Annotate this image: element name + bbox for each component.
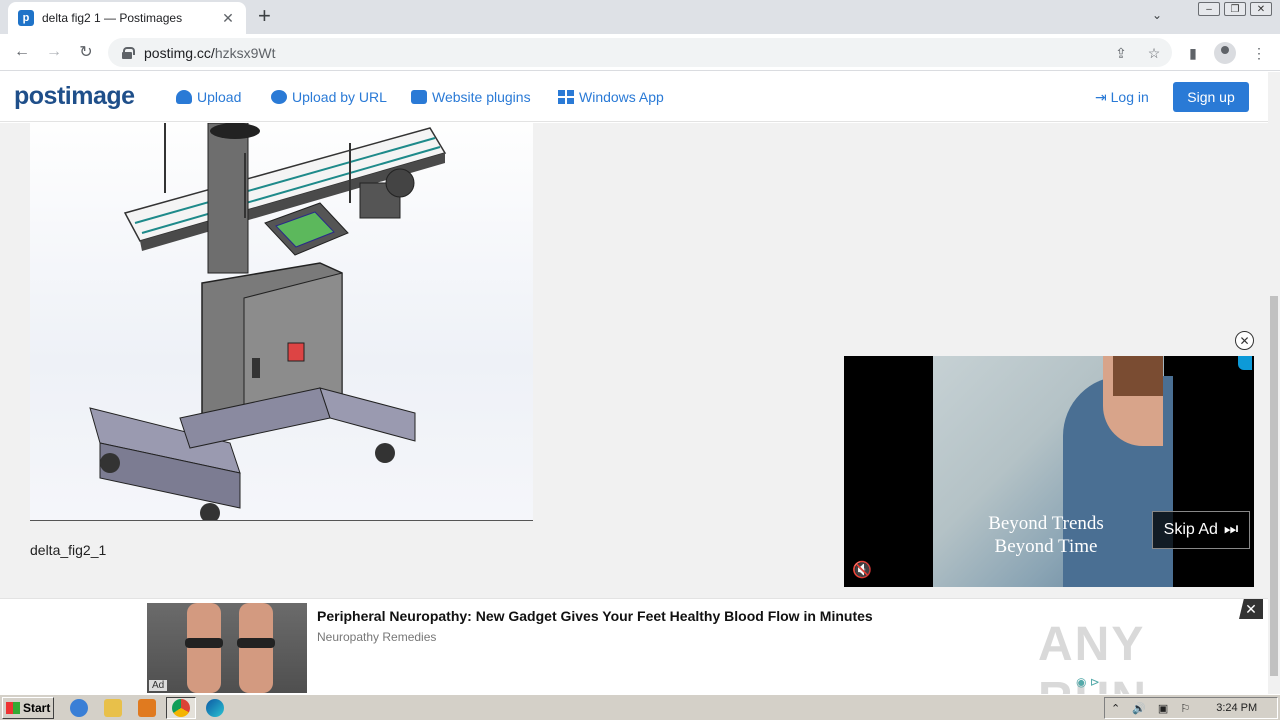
postimage-favicon-icon: p [18,10,34,26]
media-player-icon[interactable] [138,699,156,717]
video-ad-close-icon[interactable]: ✕ [1235,331,1254,350]
globe-icon [271,90,287,104]
mute-icon[interactable]: 🔇 [852,560,872,580]
address-bar[interactable]: postimg.cc/hzksx9Wt [108,38,1172,67]
skip-next-icon: ⏭ [1223,521,1239,538]
restore-icon[interactable]: ❐ [1224,2,1246,16]
page-content: delta_fig2_1 Beyond Trends Beyond Time S… [0,123,1268,598]
network-icon[interactable]: ▣ [1158,702,1168,715]
bookmark-star-icon[interactable]: ☆ [1145,44,1163,62]
browser-tab[interactable]: p delta fig2 1 — Postimages ✕ [8,2,246,34]
browser-toolbar: ← → ↻ postimg.cc/hzksx9Wt ⇪ ☆ ▮ ⋮ [0,34,1280,71]
volume-icon[interactable]: 🔊 [1132,702,1146,715]
video-ad[interactable]: Beyond Trends Beyond Time Skip Ad ⏭ 🔇 [844,356,1254,587]
ad-thumbnail[interactable]: Ad [147,603,307,693]
tab-search-chevron-icon[interactable]: ⌄ [1152,8,1162,22]
adchoices-icon[interactable] [1238,356,1252,370]
ad-thumb-leg-right [239,603,273,693]
login-link[interactable]: ⇥ Log in [1095,89,1149,106]
url-path: hzksx9Wt [214,44,276,61]
site-header: postimage Upload Upload by URL Website p… [0,72,1268,122]
profile-avatar-icon[interactable] [1214,42,1236,64]
ad-thumb-strap-right [237,638,275,648]
puzzle-icon [411,90,427,104]
bottom-ad-banner[interactable]: Ad Peripheral Neuropathy: New Gadget Giv… [0,598,1268,720]
ad-tag: Ad [149,680,168,691]
bottom-ad-close-icon[interactable]: ✕ [1239,599,1263,619]
url-host: postimg.cc/ [144,44,215,61]
system-tray: ⌃ 🔊 ▣ ⚐ 3:24 PM [1104,697,1278,719]
share-icon[interactable]: ⇪ [1112,44,1130,62]
scrollbar-thumb[interactable] [1270,296,1278,676]
page-scrollbar[interactable] [1268,72,1280,694]
ad-thumb-leg-left [187,603,221,693]
file-explorer-icon[interactable] [104,699,122,717]
video-ad-line2: Beyond Time [994,536,1098,557]
nav-windows-app[interactable]: Windows App [558,89,664,105]
ad-headline[interactable]: Peripheral Neuropathy: New Gadget Gives … [317,608,873,624]
url-text: postimg.cc/hzksx9Wt [144,45,276,61]
windows-taskbar: Start ⌃ 🔊 ▣ ⚐ 3:24 PM [0,694,1280,720]
tab-strip: p delta fig2 1 — Postimages ✕ + ⌄ – ❐ ✕ [0,0,1280,34]
video-ad-line1: Beyond Trends [988,513,1104,534]
ad-source: Neuropathy Remedies [317,630,437,644]
uploaded-image[interactable] [30,123,533,521]
image-caption: delta_fig2_1 [30,542,107,558]
skip-ad-button[interactable]: Skip Ad ⏭ [1152,511,1250,549]
nav-windows-app-label: Windows App [579,89,664,105]
nav-website-plugins-label: Website plugins [432,89,531,105]
nav-website-plugins[interactable]: Website plugins [411,89,531,105]
skip-ad-label: Skip Ad [1163,521,1218,538]
forward-icon[interactable]: → [44,42,64,62]
tray-expand-icon[interactable]: ⌃ [1111,702,1120,715]
minimize-icon[interactable]: – [1198,2,1220,16]
nav-upload-label: Upload [197,89,242,105]
cloud-upload-icon [176,90,192,104]
menu-kebab-icon[interactable]: ⋮ [1250,44,1268,62]
screen: p delta fig2 1 — Postimages ✕ + ⌄ – ❐ ✕ … [0,0,1280,720]
login-label: Log in [1110,89,1149,105]
window-controls: – ❐ ✕ [1198,2,1272,16]
postimage-logo[interactable]: postimage [14,82,135,111]
video-ad-hair [1113,356,1163,396]
tab-title: delta fig2 1 — Postimages [42,11,183,25]
ad-thumb-strap-left [185,638,223,648]
lock-icon[interactable] [122,46,135,59]
internet-explorer-icon[interactable] [70,699,88,717]
chrome-taskbar-button[interactable] [166,697,196,719]
login-icon: ⇥ [1095,89,1107,105]
nav-upload-by-url-label: Upload by URL [292,89,387,105]
ad-info-icons[interactable]: ◉ ⊳ [1076,675,1100,689]
start-label: Start [23,701,51,715]
back-icon[interactable]: ← [12,42,32,62]
nav-upload[interactable]: Upload [176,89,241,105]
tab-close-icon[interactable]: ✕ [220,10,236,27]
edge-icon[interactable] [206,699,224,717]
window-close-icon[interactable]: ✕ [1250,2,1272,16]
machine-illustration [89,123,447,520]
start-button[interactable]: Start [2,697,54,719]
new-tab-icon[interactable]: + [258,5,271,27]
nav-upload-by-url[interactable]: Upload by URL [271,89,387,105]
action-center-flag-icon[interactable]: ⚐ [1180,702,1190,715]
windows-icon [558,90,574,104]
reload-icon[interactable]: ↻ [76,42,96,62]
side-panel-icon[interactable]: ▮ [1184,44,1202,62]
signup-button[interactable]: Sign up [1173,82,1249,112]
windows-flag-icon [6,702,20,714]
clock[interactable]: 3:24 PM [1216,702,1257,714]
chrome-icon [172,699,190,717]
